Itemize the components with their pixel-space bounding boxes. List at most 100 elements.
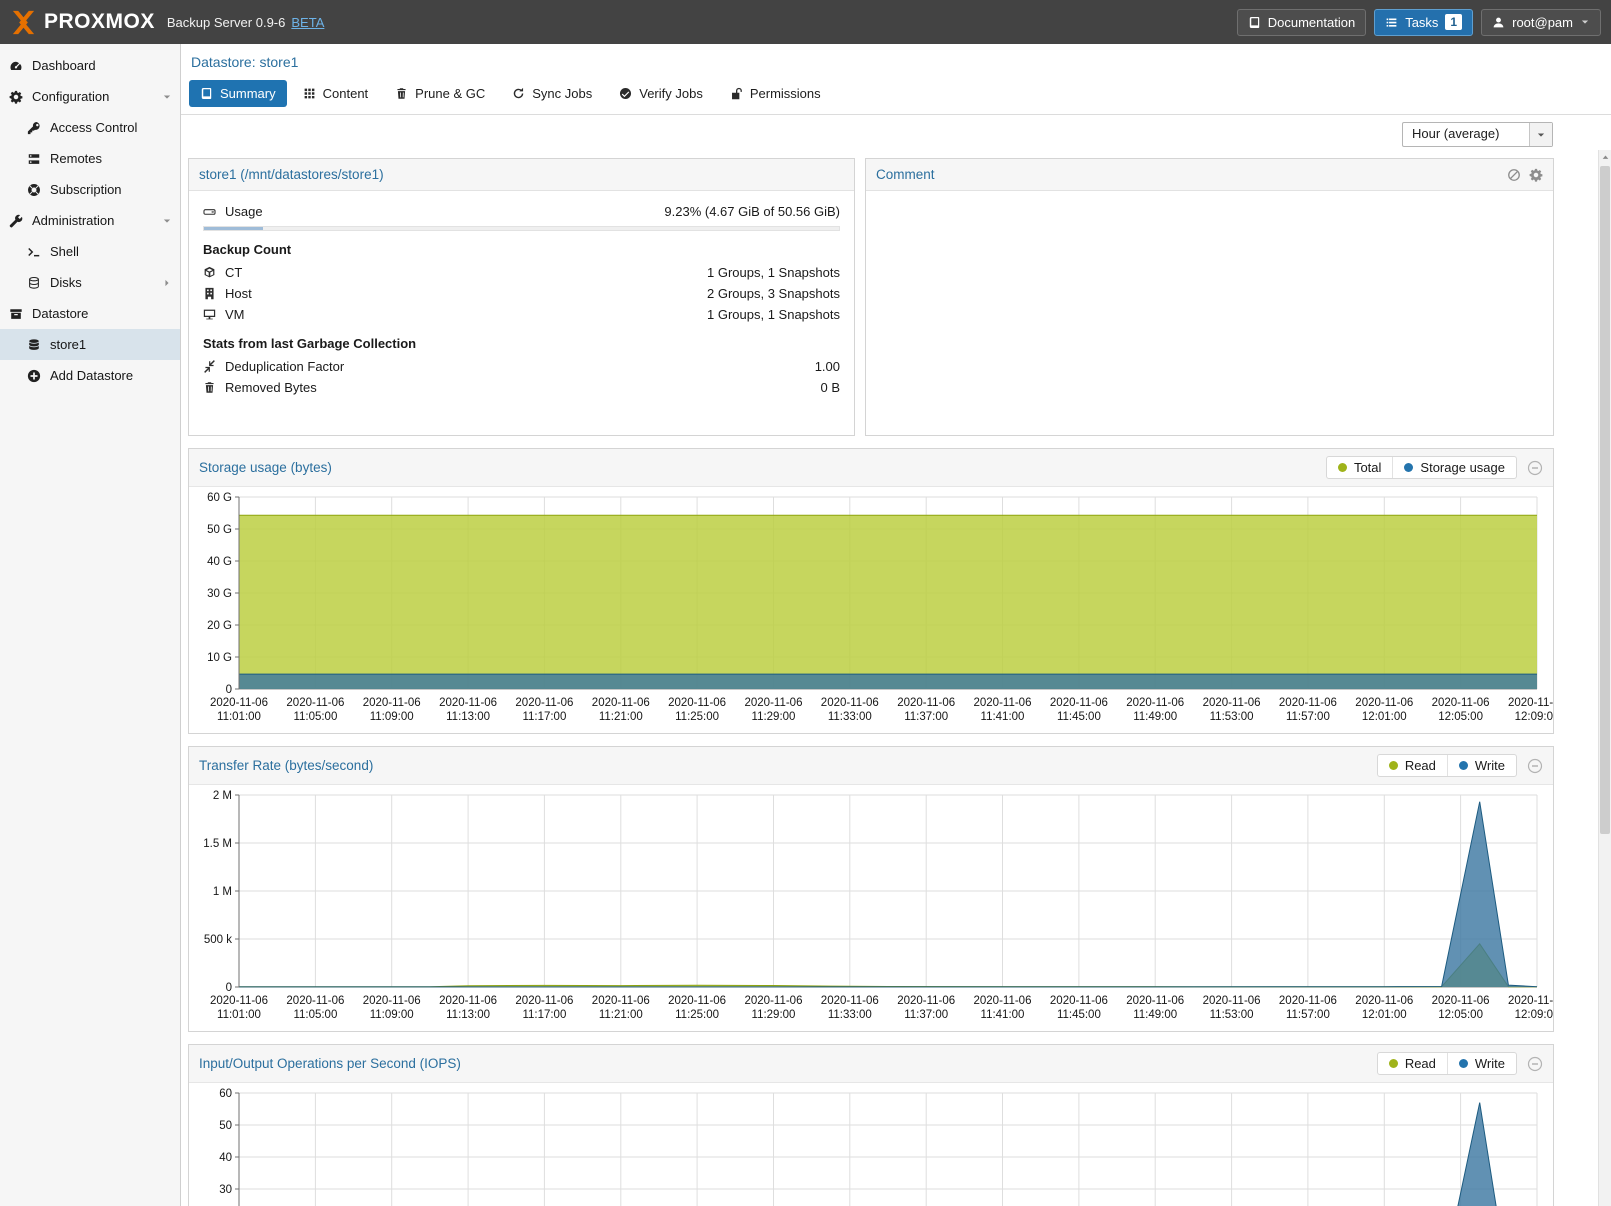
sidebar-item-label: Administration <box>32 213 114 228</box>
chevron-down-icon <box>1580 17 1590 27</box>
wrench-icon <box>9 214 23 228</box>
tab-sync-jobs[interactable]: Sync Jobs <box>501 80 603 107</box>
legend-dot <box>1338 463 1347 472</box>
legend-write[interactable]: Write <box>1447 1053 1516 1074</box>
svg-text:2020-11-06: 2020-11-06 <box>1203 697 1261 709</box>
svg-text:2020-11-06: 2020-11-06 <box>1279 995 1337 1007</box>
chevron-down-icon[interactable] <box>162 216 172 226</box>
scroll-up-button[interactable] <box>1599 150 1611 164</box>
time-range-select[interactable]: Hour (average) <box>1402 122 1553 147</box>
product-version: Backup Server 0.9-6 <box>167 15 286 30</box>
sidebar-item-shell[interactable]: Shell <box>0 236 180 267</box>
svg-text:2020-11-06: 2020-11-06 <box>439 995 497 1007</box>
gear-icon[interactable] <box>1529 168 1543 182</box>
tab-summary[interactable]: Summary <box>189 80 287 107</box>
vertical-scrollbar[interactable] <box>1598 150 1611 1206</box>
chevron-right-icon[interactable] <box>162 278 172 288</box>
user-menu-button[interactable]: root@pam <box>1481 9 1601 36</box>
sidebar-item-label: Datastore <box>32 306 88 321</box>
usage-progress-bar <box>203 226 840 231</box>
sidebar-item-store1[interactable]: store1 <box>0 329 180 360</box>
legend-total[interactable]: Total <box>1327 457 1392 478</box>
sidebar-item-remotes[interactable]: Remotes <box>0 143 180 174</box>
sidebar-item-label: Access Control <box>50 120 137 135</box>
svg-text:2020-11-06: 2020-11-06 <box>363 697 421 709</box>
svg-text:40: 40 <box>219 1152 232 1164</box>
tab-verify-jobs[interactable]: Verify Jobs <box>608 80 714 107</box>
legend-label: Write <box>1475 1056 1505 1071</box>
page-title: Datastore: store1 <box>181 44 1611 77</box>
svg-text:2020-11-06: 2020-11-06 <box>1508 995 1553 1007</box>
svg-text:11:41:00: 11:41:00 <box>981 1009 1025 1021</box>
svg-text:11:09:00: 11:09:00 <box>370 1009 414 1021</box>
legend-write[interactable]: Write <box>1447 755 1516 776</box>
unlock-icon <box>730 87 743 100</box>
tasks-button[interactable]: Tasks 1 <box>1374 9 1473 36</box>
sidebar-item-disks[interactable]: Disks <box>0 267 180 298</box>
chevron-down-icon[interactable] <box>162 92 172 102</box>
sidebar-item-access-control[interactable]: Access Control <box>0 112 180 143</box>
svg-text:2020-11-06: 2020-11-06 <box>668 995 726 1007</box>
svg-text:2020-11-06: 2020-11-06 <box>286 995 344 1007</box>
sidebar-item-datastore[interactable]: Datastore <box>0 298 180 329</box>
svg-text:30 G: 30 G <box>207 588 232 600</box>
legend-label: Total <box>1354 460 1381 475</box>
comment-body[interactable] <box>866 191 1553 211</box>
collapse-icon[interactable] <box>1527 1056 1543 1072</box>
sidebar-item-add-datastore[interactable]: Add Datastore <box>0 360 180 391</box>
svg-text:12:05:00: 12:05:00 <box>1438 1009 1483 1021</box>
chart-toolbar: Hour (average) <box>181 115 1611 154</box>
circle-slash-icon[interactable] <box>1507 168 1521 182</box>
grid-icon <box>303 87 316 100</box>
panel-title: store1 (/mnt/datastores/store1) <box>199 167 384 182</box>
tab-bar: Summary Content Prune & GC Sync Jobs Ver… <box>181 77 1611 115</box>
chevron-down-icon <box>1536 130 1546 140</box>
legend-dot <box>1459 761 1468 770</box>
sidebar-item-configuration[interactable]: Configuration <box>0 81 180 112</box>
collapse-icon[interactable] <box>1527 460 1543 476</box>
sidebar-item-label: Remotes <box>50 151 102 166</box>
svg-text:11:05:00: 11:05:00 <box>293 711 337 723</box>
usage-label: Usage <box>225 204 263 219</box>
tab-content[interactable]: Content <box>292 80 380 107</box>
svg-text:11:25:00: 11:25:00 <box>675 1009 719 1021</box>
compress-icon <box>203 360 216 373</box>
svg-text:2020-11-06: 2020-11-06 <box>745 995 803 1007</box>
svg-text:12:01:00: 12:01:00 <box>1362 1009 1407 1021</box>
tab-prune-gc[interactable]: Prune & GC <box>384 80 496 107</box>
collapse-icon[interactable] <box>1527 758 1543 774</box>
svg-text:2020-11-06: 2020-11-06 <box>1050 697 1108 709</box>
documentation-button[interactable]: Documentation <box>1237 9 1366 36</box>
beta-link[interactable]: BETA <box>291 15 324 30</box>
sidebar-item-label: Subscription <box>50 182 122 197</box>
svg-text:2020-11-06: 2020-11-06 <box>363 995 421 1007</box>
main-area: Datastore: store1 Summary Content Prune … <box>181 44 1611 1206</box>
sidebar-item-administration[interactable]: Administration <box>0 205 180 236</box>
svg-text:2020-11-06: 2020-11-06 <box>668 697 726 709</box>
usage-value: 9.23% (4.67 GiB of 50.56 GiB) <box>664 204 840 219</box>
svg-text:11:01:00: 11:01:00 <box>217 1009 261 1021</box>
svg-text:11:49:00: 11:49:00 <box>1133 711 1177 723</box>
tab-permissions[interactable]: Permissions <box>719 80 832 107</box>
combo-trigger[interactable] <box>1529 123 1552 146</box>
svg-text:0: 0 <box>226 684 232 696</box>
legend: Read Write <box>1377 754 1517 777</box>
tab-label: Summary <box>220 86 276 101</box>
svg-text:11:37:00: 11:37:00 <box>904 711 948 723</box>
row-label: Deduplication Factor <box>225 359 344 374</box>
legend-read[interactable]: Read <box>1378 755 1447 776</box>
vm-count-row: VM 1 Groups, 1 Snapshots <box>203 304 840 325</box>
sidebar-item-dashboard[interactable]: Dashboard <box>0 50 180 81</box>
svg-text:2020-11-06: 2020-11-06 <box>974 697 1032 709</box>
usage-bar-fill <box>204 227 263 230</box>
legend-storage-usage[interactable]: Storage usage <box>1392 457 1516 478</box>
scrollbar-thumb[interactable] <box>1600 166 1610 834</box>
user-label: root@pam <box>1512 15 1573 30</box>
legend-read[interactable]: Read <box>1378 1053 1447 1074</box>
row-value: 1.00 <box>815 359 840 374</box>
sidebar-item-subscription[interactable]: Subscription <box>0 174 180 205</box>
tab-label: Permissions <box>750 86 821 101</box>
row-label: Host <box>225 286 252 301</box>
svg-text:11:53:00: 11:53:00 <box>1210 1009 1254 1021</box>
svg-text:2020-11-06: 2020-11-06 <box>1203 995 1261 1007</box>
